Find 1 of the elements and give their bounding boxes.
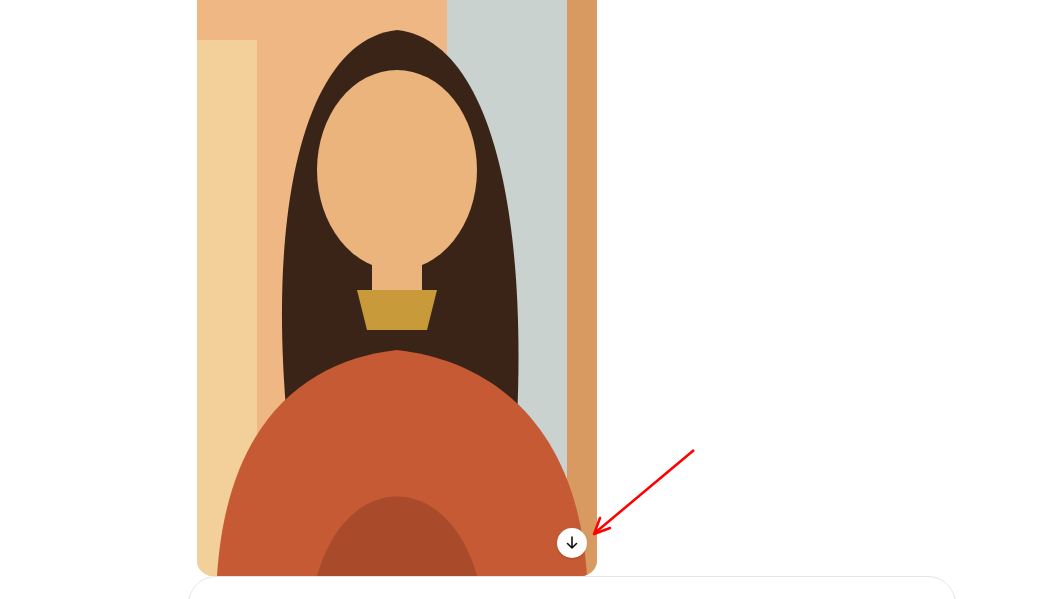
download-icon — [564, 535, 580, 551]
